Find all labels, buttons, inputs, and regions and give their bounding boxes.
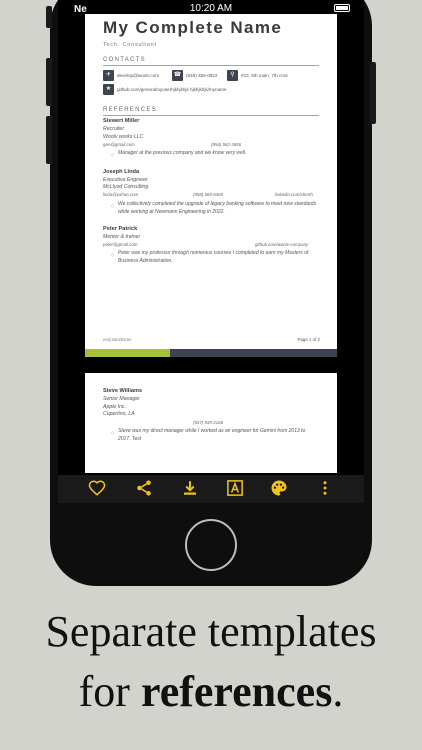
reference-2-role: Executive Engineer <box>103 177 148 183</box>
heart-icon[interactable] <box>86 479 108 499</box>
status-time: 10:20 AM <box>189 3 233 14</box>
reference-3-desc: Peter was my professor through numerous … <box>118 250 309 264</box>
resume-page-1[interactable]: My Complete Name Tech. Consultant CONTAC… <box>85 14 337 349</box>
reference-3-name: Peter Patrick <box>103 226 138 232</box>
bullet-icon: ◇ <box>111 430 115 435</box>
bullet-icon: ◇ <box>111 252 115 257</box>
home-button[interactable] <box>185 519 237 571</box>
bullet-icon: ◇ <box>111 152 115 157</box>
contacts-heading: CONTACTS <box>103 57 146 63</box>
page-footer-link: resji.com/tinner <box>103 337 132 342</box>
caption-line-2-bold: references <box>140 667 333 716</box>
phone-screen: Ne 10:20 AM My Complete Name Tech. Consu… <box>58 0 364 503</box>
bottom-toolbar <box>58 475 364 503</box>
caption-line-2-prefix: for <box>78 667 141 716</box>
contact-phone: (848) 255-0822 <box>186 73 218 78</box>
contact-email: develop@woolv.com <box>117 73 160 78</box>
more-vert-icon[interactable] <box>314 479 336 499</box>
page-number: Page 1 of 2 <box>297 337 320 342</box>
reference-4-company: Apple Inc. <box>103 404 127 410</box>
contacts-divider <box>103 65 319 66</box>
reference-3-email: peter@gmail.com <box>103 242 138 247</box>
font-icon[interactable] <box>224 479 246 499</box>
volume-up-button <box>46 58 52 106</box>
resume-role: Tech. Consultant <box>103 42 157 48</box>
page-footer-accent <box>85 349 170 357</box>
reference-2-name: Joseph Linda <box>103 169 140 175</box>
reference-3-role: Mentor & trainer <box>103 234 141 240</box>
reference-1-role: Recruiter <box>103 126 125 132</box>
reference-1-phone: (856) 562-3656 <box>211 142 242 147</box>
reference-2-link: linkedin.com/sherth <box>275 192 313 197</box>
resume-page-2[interactable]: Steve Williams Senior Manager Apple Inc.… <box>85 373 337 473</box>
references-divider <box>103 115 319 116</box>
mute-switch <box>46 6 52 28</box>
page-footer-band <box>85 349 337 357</box>
reference-1-email: gen@gmail.com <box>103 142 135 147</box>
share-icon[interactable] <box>133 479 155 499</box>
reference-2-email: linda@yahoo.com <box>103 192 139 197</box>
contact-github: github.com/generalmyuserhjkhjkhjk hjkhjk… <box>117 87 227 92</box>
palette-icon[interactable] <box>268 479 290 499</box>
reference-3-link: github.com/woolv-company <box>255 242 309 247</box>
reference-1-company: Woolv works LLC <box>103 134 144 140</box>
reference-4-desc: Steve was my direct manager while I work… <box>118 428 306 442</box>
battery-icon <box>334 4 350 12</box>
reference-4-phone: (937) 939-2166 <box>193 420 224 425</box>
download-icon[interactable] <box>179 479 201 499</box>
reference-4-location: Cupertino, LA <box>103 411 135 417</box>
location-icon: ⚲ <box>227 70 238 81</box>
phone-icon: ☎ <box>172 70 183 81</box>
caption-line-2: for references. <box>0 666 422 718</box>
caption-line-2-suffix: . <box>332 667 344 716</box>
references-heading: REFERENCES <box>103 107 158 113</box>
reference-2-desc: We collectively completed the upgrade of… <box>118 201 317 215</box>
github-icon: ★ <box>103 84 114 95</box>
reference-1-desc: Manager at the previous company and we k… <box>118 150 247 156</box>
volume-down-button <box>46 116 52 164</box>
reference-4-name: Steve Williams <box>103 388 143 394</box>
email-icon: ✈ <box>103 70 114 81</box>
reference-2-company: McLlyod Consulting <box>103 184 149 190</box>
reference-2-phone: (958) 565-6465 <box>193 192 224 197</box>
contact-address: #23, 5th main, 7th cros <box>241 73 288 78</box>
caption-line-1: Separate templates <box>45 607 377 656</box>
reference-1-name: Stewert Miller <box>103 118 140 124</box>
bullet-icon: ◇ <box>111 203 115 208</box>
resume-name: My Complete Name <box>103 18 283 37</box>
power-button <box>370 62 376 124</box>
reference-4-role: Senior Manager <box>103 396 140 402</box>
